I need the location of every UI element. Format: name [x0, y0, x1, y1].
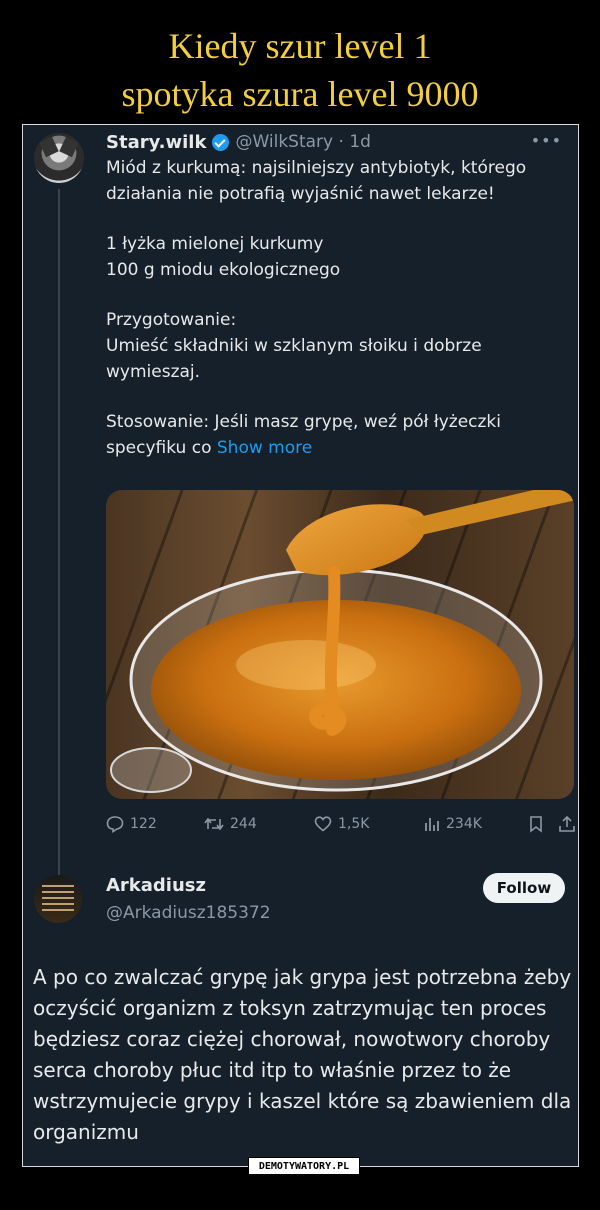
repost-icon	[204, 817, 224, 831]
watermark-logo: DEMOTYWATORY.PL	[248, 1157, 360, 1175]
meme-title: Kiedy szur level 1 spotyka szura level 9…	[0, 22, 600, 118]
bookmark-icon	[530, 816, 542, 833]
tweet-actions: 122 244 1,5K 234K	[106, 813, 576, 837]
repost-count: 244	[230, 816, 257, 832]
views-count: 234K	[446, 816, 482, 832]
tweet-photo[interactable]	[106, 490, 574, 799]
heart-icon	[314, 816, 332, 832]
tweet-paragraph-last: Stosowanie: Jeśli masz grypę, weź pół ły…	[106, 409, 571, 461]
avatar-ear-left	[39, 136, 59, 158]
meme-title-line-1: Kiedy szur level 1	[168, 26, 432, 66]
thread-line	[58, 189, 60, 889]
honey-turmeric-photo	[110, 490, 574, 793]
reply-author-name[interactable]: Arkadiusz	[106, 875, 206, 896]
like-count: 1,5K	[338, 816, 370, 832]
meme-title-line-2: spotyka szura level 9000	[121, 74, 479, 114]
share-icon	[559, 815, 575, 832]
reply-text: A po co zwalczać grypę jak grypa jest po…	[33, 965, 572, 1144]
views-chart-icon	[425, 818, 439, 831]
author-handle-time[interactable]: @WilkStary · 1d	[235, 132, 370, 152]
avatar-ear-right	[59, 136, 79, 158]
tweet-text: Miód z kurkumą: najsilniejszy antybiotyk…	[106, 155, 571, 485]
reply-author-handle[interactable]: @Arkadiusz185372	[106, 903, 271, 923]
tweet-screenshot: Stary.wilk @WilkStary · 1d ••• Miód z ku…	[22, 124, 579, 1167]
follow-button[interactable]: Follow	[483, 873, 565, 903]
reply-count: 122	[130, 816, 157, 832]
verified-badge-icon	[212, 133, 230, 151]
tweet-header: Stary.wilk @WilkStary · 1d •••	[106, 129, 566, 155]
views-action[interactable]: 234K	[424, 813, 482, 835]
tweet-paragraph: 1 łyżka mielonej kurkumy 100 g miodu eko…	[106, 234, 341, 280]
reply-author-avatar[interactable]	[34, 875, 82, 923]
repost-action[interactable]: 244	[204, 813, 257, 835]
more-dots-icon[interactable]: •••	[531, 131, 562, 150]
show-more-link[interactable]: Show more	[217, 438, 312, 458]
author-name[interactable]: Stary.wilk	[106, 132, 206, 153]
tweet-paragraph: Przygotowanie: Umieść składniki w szklan…	[106, 310, 482, 382]
author-avatar[interactable]	[34, 133, 84, 183]
reply-action[interactable]: 122	[106, 813, 157, 835]
bookmark-action[interactable]	[528, 813, 550, 835]
tweet-paragraph: Miód z kurkumą: najsilniejszy antybiotyk…	[106, 158, 527, 204]
reply-icon	[106, 816, 124, 833]
share-action[interactable]	[558, 813, 578, 835]
like-action[interactable]: 1,5K	[314, 813, 369, 835]
